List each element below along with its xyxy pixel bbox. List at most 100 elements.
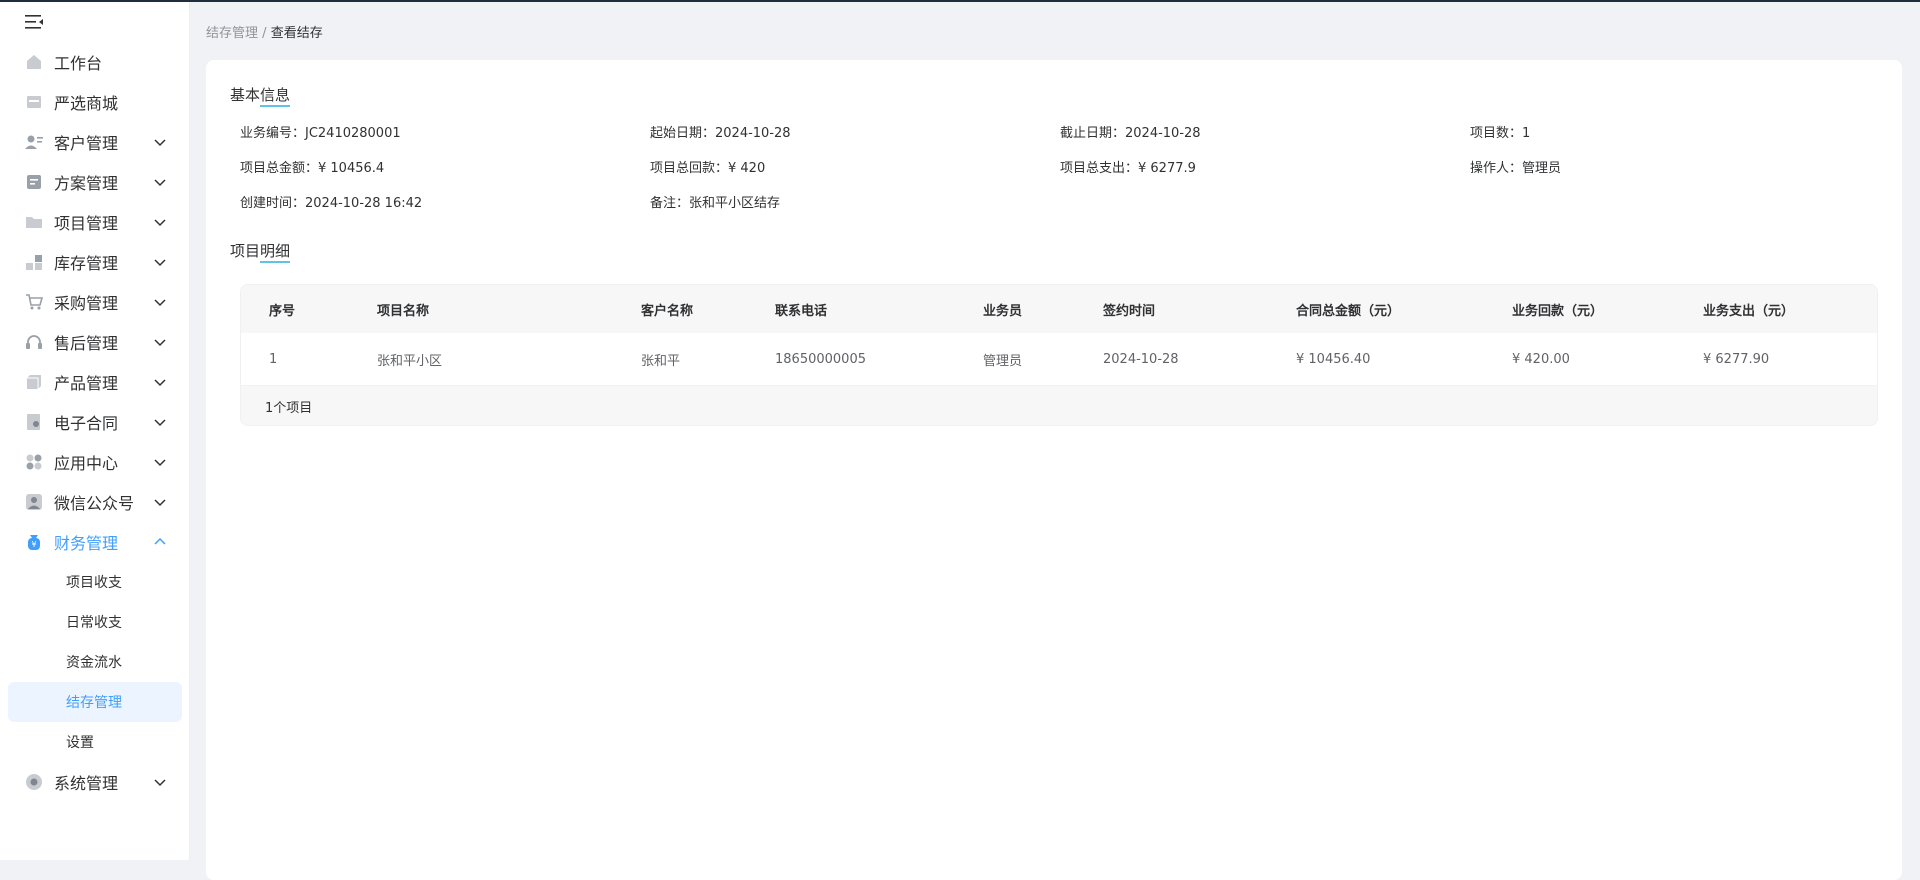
sidebar-item-product[interactable]: 产品管理: [0, 362, 190, 402]
col-header-expense: 业务支出（元）: [1703, 303, 1795, 319]
home-icon: [24, 52, 44, 72]
apps-icon: [24, 452, 44, 472]
sidebar-item-label: 采购管理: [54, 294, 119, 313]
main-card: 基本信息 业务编号：JC2410280001 起始日期：2024-10-28 截…: [206, 60, 1902, 880]
folder-icon: [24, 212, 44, 232]
table-row[interactable]: 1 张和平小区 张和平 18650000005 管理员 2024-10-28 ¥…: [241, 333, 1877, 386]
sidebar-item-project[interactable]: 项目管理: [0, 202, 190, 242]
breadcrumb-current: 查看结存: [270, 26, 323, 41]
sidebar-item-label: 工作台: [54, 54, 103, 73]
sidebar-item-customer[interactable]: 客户管理: [0, 122, 190, 162]
inventory-icon: [24, 252, 44, 272]
info-operator: 操作人：管理员: [1470, 161, 1562, 176]
info-total-amount: 项目总金额：¥ 10456.4: [240, 161, 385, 176]
breadcrumb-parent-link[interactable]: 结存管理: [206, 26, 258, 41]
info-end-date: 截止日期：2024-10-28: [1060, 126, 1201, 141]
sidebar-item-finance[interactable]: ¥ 财务管理: [0, 522, 190, 562]
cart-icon: [24, 292, 44, 312]
sidebar-item-label: 应用中心: [54, 454, 119, 473]
sidebar-menu: 工作台 严选商城 客户管理 方案管理 项目管理 库存管理 采购管理 售后管理 产…: [0, 42, 190, 802]
chevron-down-icon: [154, 139, 166, 147]
sidebar-item-label: 客户管理: [54, 134, 119, 153]
sidebar-item-store[interactable]: 严选商城: [0, 82, 190, 122]
breadcrumb-separator: /: [262, 26, 267, 41]
cell-index: 1: [269, 351, 278, 367]
cell-project-name: 张和平小区: [377, 353, 443, 369]
sidebar-item-contract[interactable]: 电子合同: [0, 402, 190, 442]
sidebar-item-label: 方案管理: [54, 174, 119, 193]
breadcrumb: 结存管理 / 查看结存: [206, 22, 323, 41]
finance-submenu: 项目收支 日常收支 资金流水 结存管理 设置: [0, 562, 190, 762]
chevron-down-icon: [154, 219, 166, 227]
info-created-time: 创建时间：2024-10-28 16:42: [240, 196, 423, 211]
cell-expense: ¥ 6277.90: [1703, 351, 1770, 367]
submenu-item-settings[interactable]: 设置: [0, 722, 190, 762]
section-title-highlight: 信息: [260, 86, 291, 107]
chevron-down-icon: [154, 379, 166, 387]
info-business-no: 业务编号：JC2410280001: [240, 126, 401, 141]
plan-icon: [24, 172, 44, 192]
contract-icon: [24, 412, 44, 432]
project-detail-table: 序号 项目名称 客户名称 联系电话 业务员 签约时间 合同总金额（元） 业务回款…: [240, 284, 1878, 426]
submenu-item-project-finance[interactable]: 项目收支: [0, 562, 190, 602]
sidebar-item-plan[interactable]: 方案管理: [0, 162, 190, 202]
col-header-contract-amount: 合同总金额（元）: [1296, 303, 1401, 319]
user-icon: [24, 492, 44, 512]
basic-info-title: 基本信息: [230, 84, 291, 107]
submenu-item-daily-finance[interactable]: 日常收支: [0, 602, 190, 642]
chevron-down-icon: [154, 779, 166, 787]
sidebar-item-label: 系统管理: [54, 774, 119, 793]
sidebar-item-aftersale[interactable]: 售后管理: [0, 322, 190, 362]
col-header-phone: 联系电话: [775, 303, 828, 319]
cell-salesperson: 管理员: [983, 353, 1023, 369]
chevron-down-icon: [154, 259, 166, 267]
info-total-expense: 项目总支出：¥ 6277.9: [1060, 161, 1196, 176]
sidebar-item-workbench[interactable]: 工作台: [0, 42, 190, 82]
table-header: 序号 项目名称 客户名称 联系电话 业务员 签约时间 合同总金额（元） 业务回款…: [241, 285, 1877, 333]
col-header-salesperson: 业务员: [983, 303, 1023, 319]
sidebar-item-label: 严选商城: [54, 94, 119, 113]
box-icon: [24, 372, 44, 392]
store-icon: [24, 92, 44, 112]
section-title-highlight: 明细: [260, 242, 291, 263]
chevron-down-icon: [154, 419, 166, 427]
chevron-down-icon: [154, 339, 166, 347]
headset-icon: [24, 332, 44, 352]
sidebar-item-inventory[interactable]: 库存管理: [0, 242, 190, 282]
detail-title: 项目明细: [230, 240, 291, 263]
section-title-text: 基本: [230, 86, 261, 104]
sidebar-item-wechat[interactable]: 微信公众号: [0, 482, 190, 522]
sidebar-item-label: 项目管理: [54, 214, 119, 233]
cell-sign-time: 2024-10-28: [1103, 351, 1179, 367]
submenu-item-balance[interactable]: 结存管理: [8, 682, 182, 722]
sidebar-item-label: 电子合同: [54, 414, 119, 433]
col-header-received: 业务回款（元）: [1512, 303, 1604, 319]
chevron-down-icon: [154, 499, 166, 507]
settings-icon: [24, 772, 44, 792]
col-header-index: 序号: [269, 303, 296, 319]
col-header-customer-name: 客户名称: [641, 303, 694, 319]
chevron-up-icon: [154, 537, 166, 545]
info-total-received: 项目总回款：¥ 420: [650, 161, 766, 176]
sidebar-item-system[interactable]: 系统管理: [0, 762, 190, 802]
col-header-sign-time: 签约时间: [1103, 303, 1156, 319]
sidebar: 工作台 严选商城 客户管理 方案管理 项目管理 库存管理 采购管理 售后管理 产…: [0, 2, 190, 860]
info-start-date: 起始日期：2024-10-28: [650, 126, 791, 141]
chevron-down-icon: [154, 299, 166, 307]
sidebar-item-apps[interactable]: 应用中心: [0, 442, 190, 482]
sidebar-item-label: 产品管理: [54, 374, 119, 393]
submenu-item-cash-flow[interactable]: 资金流水: [0, 642, 190, 682]
menu-collapse-icon[interactable]: [24, 14, 46, 32]
customer-icon: [24, 132, 44, 152]
sidebar-item-label: 微信公众号: [54, 494, 135, 513]
info-remark: 备注：张和平小区结存: [650, 196, 781, 211]
cell-contract-amount: ¥ 10456.40: [1296, 351, 1371, 367]
sidebar-item-purchase[interactable]: 采购管理: [0, 282, 190, 322]
chevron-down-icon: [154, 459, 166, 467]
top-border: [0, 0, 1920, 2]
cell-phone: 18650000005: [775, 351, 866, 367]
section-title-text: 项目: [230, 242, 261, 260]
cell-customer-name: 张和平: [641, 353, 681, 369]
finance-icon: ¥: [24, 532, 44, 552]
sidebar-item-label: 财务管理: [54, 534, 119, 553]
